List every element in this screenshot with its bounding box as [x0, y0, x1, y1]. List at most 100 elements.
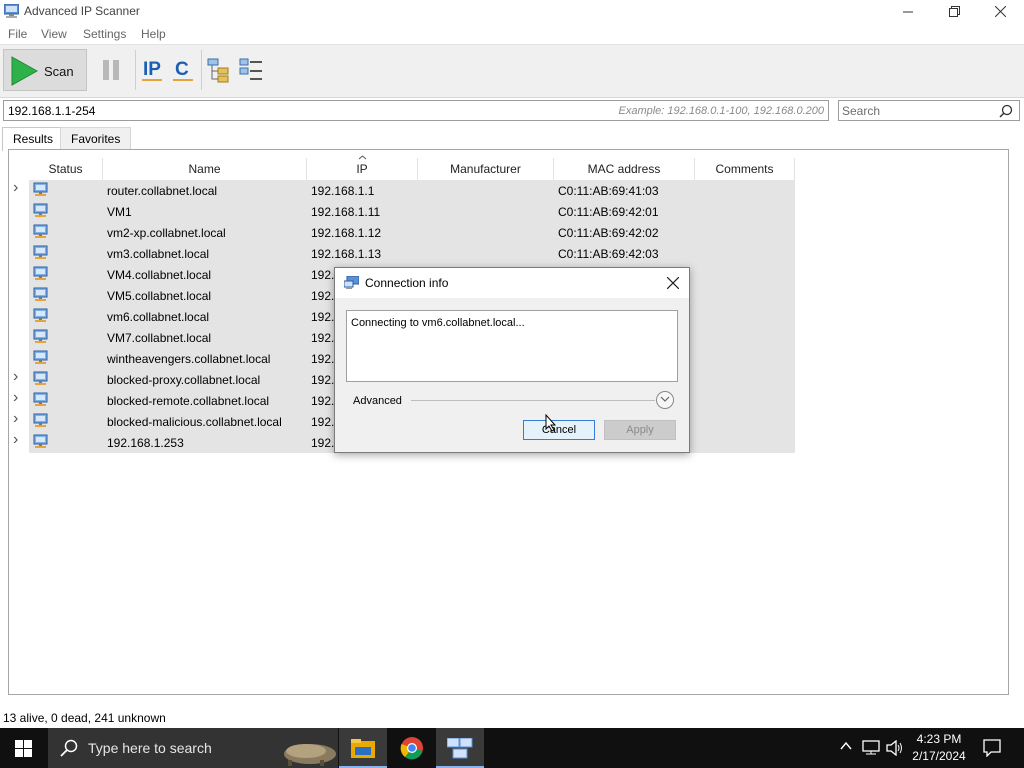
minimize-button[interactable]	[885, 0, 931, 23]
column-comments[interactable]: Comments	[695, 158, 795, 180]
taskbar-chrome[interactable]	[388, 728, 436, 768]
cell-ip: 192.168.1.11	[311, 205, 381, 219]
apply-button[interactable]: Apply	[604, 420, 676, 440]
scan-status-text: 13 alive, 0 dead, 241 unknown	[3, 711, 166, 725]
sort-ascending-icon	[358, 155, 367, 160]
menu-view[interactable]: View	[41, 27, 67, 41]
close-button[interactable]	[977, 0, 1023, 23]
column-manufacturer[interactable]: Manufacturer	[418, 158, 554, 180]
tab-results[interactable]: Results	[2, 127, 65, 151]
menu-file[interactable]: File	[8, 27, 27, 41]
chrome-icon	[400, 737, 423, 760]
cell-name: vm2-xp.collabnet.local	[107, 226, 226, 240]
ip-range-example: Example: 192.168.0.1-100, 192.168.0.200	[618, 105, 825, 117]
file-explorer-icon	[351, 739, 375, 758]
search-icon[interactable]	[999, 104, 1013, 118]
table-row[interactable]: VM1 192.168.1.11 C0:11:AB:69:42:01	[29, 201, 795, 222]
volume-icon[interactable]	[886, 740, 904, 756]
pause-button[interactable]	[96, 51, 126, 89]
taskbar: Type here to search 4:23 PM 2/17/2024	[0, 728, 1024, 768]
taskbar-advanced-ip-scanner[interactable]	[436, 728, 484, 768]
toolbar-separator	[201, 50, 202, 90]
taskbar-file-explorer[interactable]	[339, 728, 387, 768]
cell-name: VM4.collabnet.local	[107, 268, 212, 282]
expand-all-icon	[207, 58, 229, 83]
tab-favorites[interactable]: Favorites	[60, 127, 132, 149]
column-mac-address[interactable]: MAC address	[554, 158, 695, 180]
c-button[interactable]: C	[171, 55, 195, 85]
ip-icon: IP	[142, 59, 162, 81]
taskbar-search-placeholder: Type here to search	[88, 740, 212, 756]
restore-button[interactable]	[931, 0, 977, 23]
scan-label: Scan	[44, 64, 74, 79]
table-row[interactable]: vm3.collabnet.local 192.168.1.13 C0:11:AB:…	[29, 243, 795, 264]
table-row[interactable]: › router.collabnet.local 192.168.1.1 C0:11:…	[13, 179, 795, 201]
title-bar: Advanced IP Scanner	[0, 0, 1024, 23]
cell-name: vm6.collabnet.local	[107, 310, 210, 324]
mouse-cursor-icon	[545, 414, 557, 432]
cell-name: VM7.collabnet.local	[107, 331, 212, 345]
connection-icon	[344, 276, 359, 289]
table-header: Status Name IP Manufacturer MAC address …	[9, 155, 1008, 180]
restore-icon	[948, 6, 960, 17]
ip-range-value: 192.168.1.1-254	[8, 104, 96, 118]
toolbar: Scan IP C	[0, 44, 1024, 98]
host-status-icon	[33, 392, 48, 406]
start-button[interactable]	[0, 728, 48, 768]
taskbar-search[interactable]: Type here to search	[48, 728, 338, 768]
host-status-icon	[33, 224, 48, 238]
menu-help[interactable]: Help	[141, 27, 166, 41]
advanced-toggle[interactable]	[656, 391, 674, 409]
svg-text:IP: IP	[143, 59, 161, 80]
row-expand-icon[interactable]: ›	[13, 431, 18, 449]
cell-name: vm3.collabnet.local	[107, 247, 210, 261]
cell-mac: C0:11:AB:69:42:02	[558, 226, 659, 240]
connection-message: Connecting to vm6.collabnet.local...	[351, 317, 525, 329]
play-icon	[11, 56, 38, 86]
notification-icon[interactable]	[983, 739, 1001, 757]
search-highlight-icon	[284, 744, 336, 766]
column-status[interactable]: Status	[29, 158, 103, 180]
clock-time[interactable]: 4:23 PM	[904, 732, 974, 746]
cell-name: blocked-malicious.collabnet.local	[107, 415, 282, 429]
cell-name: blocked-remote.collabnet.local	[107, 394, 270, 408]
row-expand-icon[interactable]: ›	[13, 410, 18, 428]
menu-settings[interactable]: Settings	[83, 27, 126, 41]
row-expand-icon[interactable]: ›	[13, 368, 18, 386]
search-placeholder: Search	[842, 104, 881, 118]
cell-ip: 192.168.1.13	[311, 247, 382, 261]
app-icon	[4, 4, 19, 18]
row-expand-icon[interactable]: ›	[13, 179, 18, 197]
clock-date[interactable]: 2/17/2024	[904, 749, 974, 763]
collapse-all-button[interactable]	[238, 57, 266, 83]
host-status-icon	[33, 413, 48, 427]
search-input[interactable]: Search	[838, 100, 1020, 121]
pause-icon	[103, 60, 119, 80]
windows-logo-icon	[15, 740, 32, 757]
host-status-icon	[33, 203, 48, 217]
table-row[interactable]: vm2-xp.collabnet.local 192.168.1.12 C0:11:…	[29, 222, 795, 243]
host-status-icon	[33, 182, 48, 196]
close-icon[interactable]	[667, 277, 679, 289]
close-icon	[994, 6, 1006, 17]
row-expand-icon[interactable]: ›	[13, 389, 18, 407]
status-bar: 13 alive, 0 dead, 241 unknown	[0, 708, 1024, 728]
expand-all-button[interactable]	[206, 57, 234, 83]
chevron-up-icon[interactable]	[840, 742, 852, 750]
ip-button[interactable]: IP	[140, 55, 164, 85]
advanced-label: Advanced	[353, 395, 402, 407]
column-ip[interactable]: IP	[307, 158, 418, 180]
host-status-icon	[33, 434, 48, 448]
cell-mac: C0:11:AB:69:42:03	[558, 247, 659, 261]
network-icon[interactable]	[862, 740, 880, 755]
cancel-button[interactable]: Cancel	[523, 420, 595, 440]
column-name[interactable]: Name	[103, 158, 307, 180]
ip-range-input[interactable]: 192.168.1.1-254 Example: 192.168.0.1-100…	[3, 100, 829, 121]
minimize-icon	[903, 11, 913, 12]
dialog-title: Connection info	[365, 276, 449, 290]
scan-button[interactable]: Scan	[3, 49, 87, 91]
cell-ip: 192.168.1.12	[311, 226, 382, 240]
cell-name: router.collabnet.local	[107, 184, 218, 198]
menu-bar: File View Settings Help	[0, 23, 1024, 44]
cell-name: 192.168.1.253	[107, 436, 184, 450]
